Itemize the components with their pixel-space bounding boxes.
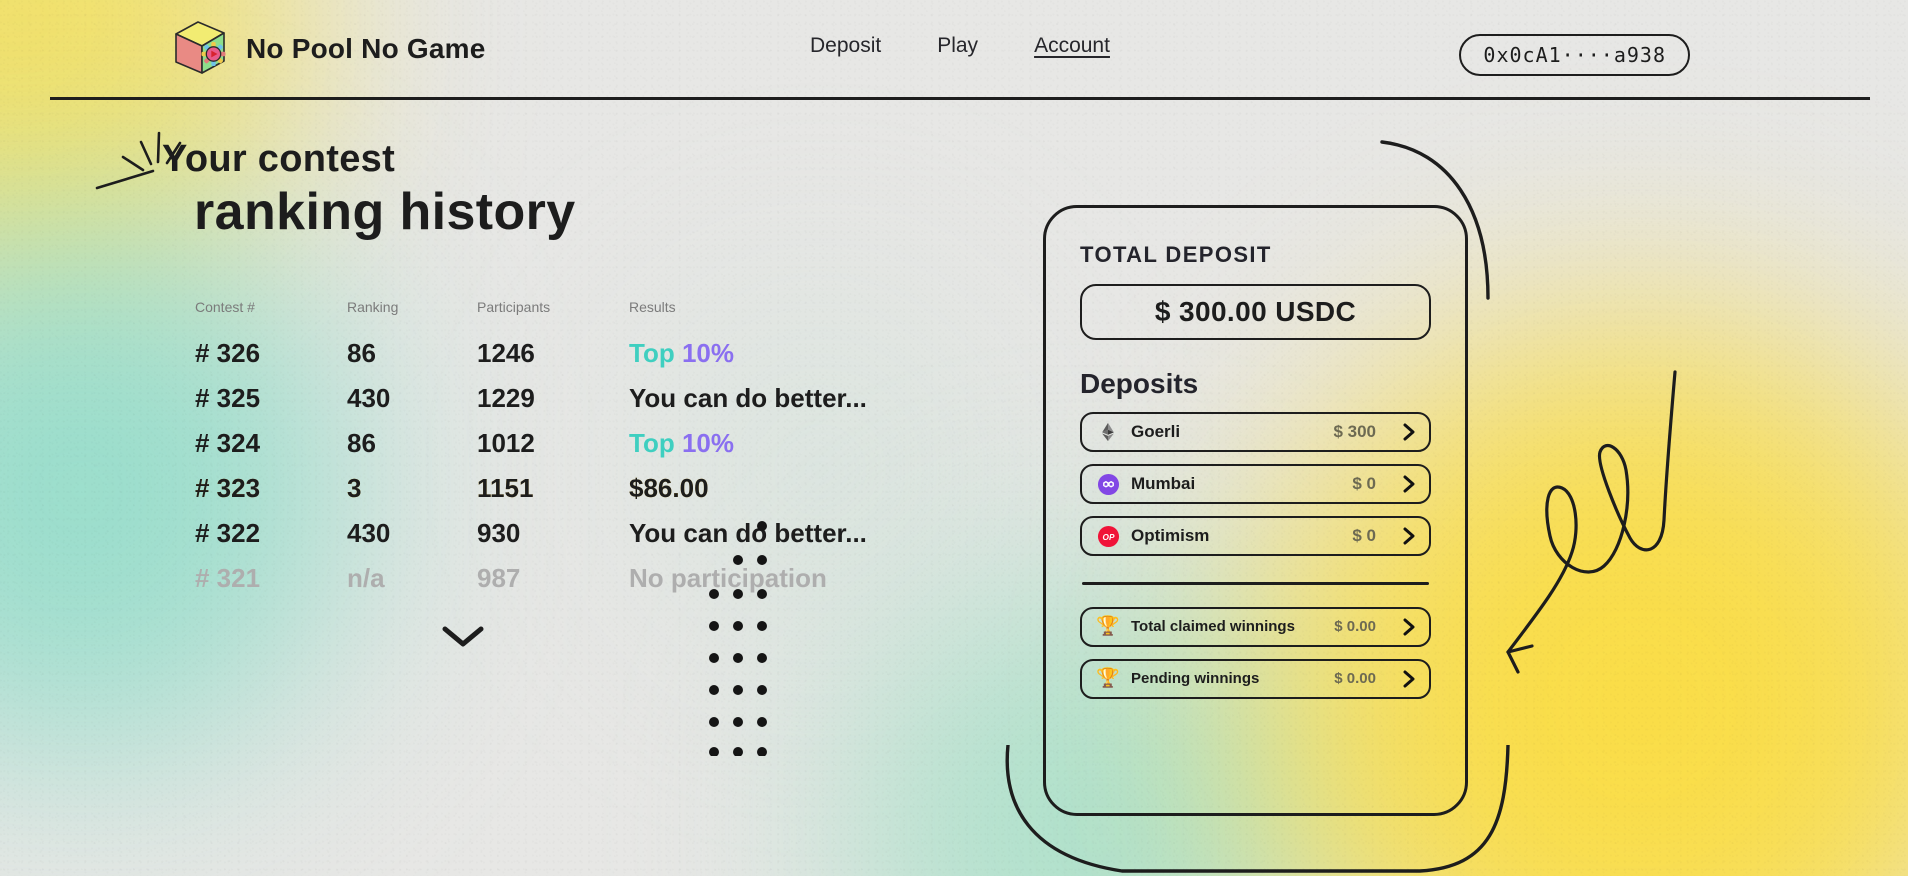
cell-contest: # 325 [195,383,261,414]
cell-contest: # 322 [195,518,261,549]
nav-item-account[interactable]: Account [1034,34,1110,58]
result-top-percent: 10% [681,428,734,459]
table-row[interactable]: # 324 86 1012 Top 10% [195,421,867,466]
cell-contest: # 326 [195,338,261,369]
cell-ranking: 86 [347,428,376,459]
wallet-address-button[interactable]: 0x0cA1····a938 [1459,34,1690,76]
deposit-row-mumbai[interactable]: Mumbai $ 0 [1080,464,1431,504]
cell-participants: 1246 [477,338,535,369]
table-row[interactable]: # 325 430 1229 You can do better... [195,376,867,421]
trophy-icon: 🏆 [1096,668,1120,689]
svg-text:OP: OP [1102,532,1114,541]
page-title-line1: Your contest [162,138,396,180]
dot-grid-decoration [709,521,767,756]
total-deposit-value: $ 300.00 USDC [1080,284,1431,340]
cell-participants: 1012 [477,428,535,459]
chevron-right-icon [1401,617,1417,637]
col-ranking: Ranking [347,299,399,316]
deposit-network-name: Mumbai [1131,474,1196,493]
trophy-icon: 🏆 [1096,616,1120,637]
col-contest: Contest # [195,299,255,316]
table-header-row: Contest # Ranking Participants Results [195,299,867,331]
deposit-network-name: Optimism [1131,526,1210,545]
cell-participants: 1151 [477,466,629,511]
site-header: No Pool No Game Deposit Play Account 0x0… [50,0,1870,100]
deposit-amount: $ 0 [1352,474,1376,493]
cell-ranking: 430 [347,518,391,549]
cell-participants: 930 [477,518,521,549]
deposit-amount: $ 300 [1333,422,1376,441]
col-results: Results [629,299,676,316]
history-section: Your contest ranking history Contest # R… [95,131,980,654]
cell-result: You can do better... [629,383,867,414]
curly-arrow-decoration [1506,370,1677,674]
cell-result: Top 10% [629,421,867,466]
cell-contest: # 321 [195,563,261,594]
brand[interactable]: No Pool No Game [168,17,485,81]
table-row-winner[interactable]: # 323 3 1151 $86.00 [195,466,867,511]
winnings-amount: $ 0.00 [1334,670,1376,687]
winnings-label: Total claimed winnings [1131,618,1295,635]
sparkle-lines-icon [95,131,182,190]
main-nav: Deposit Play Account [810,34,1110,58]
result-top-label: Top [629,428,682,459]
chevron-right-icon [1401,474,1417,494]
chevron-right-icon [1401,669,1417,689]
table-row[interactable]: # 326 86 1246 Top 10% [195,331,867,376]
cell-result: $86.00 [629,466,867,511]
chevron-right-icon [1401,526,1417,546]
winnings-amount: $ 0.00 [1334,618,1376,635]
col-participants: Participants [477,299,551,316]
cell-result: Top 10% [629,331,867,376]
cell-contest: # 324 [195,428,261,459]
winnings-label: Pending winnings [1131,670,1260,687]
cell-participants: 987 [477,563,521,594]
card-divider [1082,582,1429,585]
optimism-icon: OP [1096,524,1120,548]
cell-contest: # 323 [195,466,347,511]
account-summary-card: TOTAL DEPOSIT $ 300.00 USDC Deposits Goe… [1043,205,1468,816]
chevron-down-icon[interactable] [440,623,486,649]
ethereum-icon [1096,420,1120,444]
result-top-label: Top [629,338,682,369]
polygon-icon [1096,472,1120,496]
result-top-percent: 10% [681,338,734,369]
deposit-amount: $ 0 [1352,526,1376,545]
cell-ranking: n/a [347,563,385,594]
cell-ranking: 3 [347,466,477,511]
deposit-network-name: Goerli [1131,422,1181,441]
nav-item-play[interactable]: Play [937,34,978,58]
cell-ranking: 430 [347,383,391,414]
deposit-row-optimism[interactable]: OP Optimism $ 0 [1080,516,1431,556]
brand-name: No Pool No Game [246,32,486,64]
total-deposit-label: TOTAL DEPOSIT [1080,242,1272,267]
cell-participants: 1229 [477,383,535,414]
total-claimed-winnings-row[interactable]: 🏆 Total claimed winnings $ 0.00 [1080,606,1431,647]
page-title-line2: ranking history [194,183,576,241]
pending-winnings-row[interactable]: 🏆 Pending winnings $ 0.00 [1080,658,1431,699]
deposit-row-goerli[interactable]: Goerli $ 300 [1080,412,1431,452]
deposits-title: Deposits [1080,368,1199,399]
cube-logo-icon [175,20,226,74]
nav-item-deposit[interactable]: Deposit [810,34,881,58]
cell-ranking: 86 [347,338,376,369]
chevron-right-icon [1401,422,1417,442]
